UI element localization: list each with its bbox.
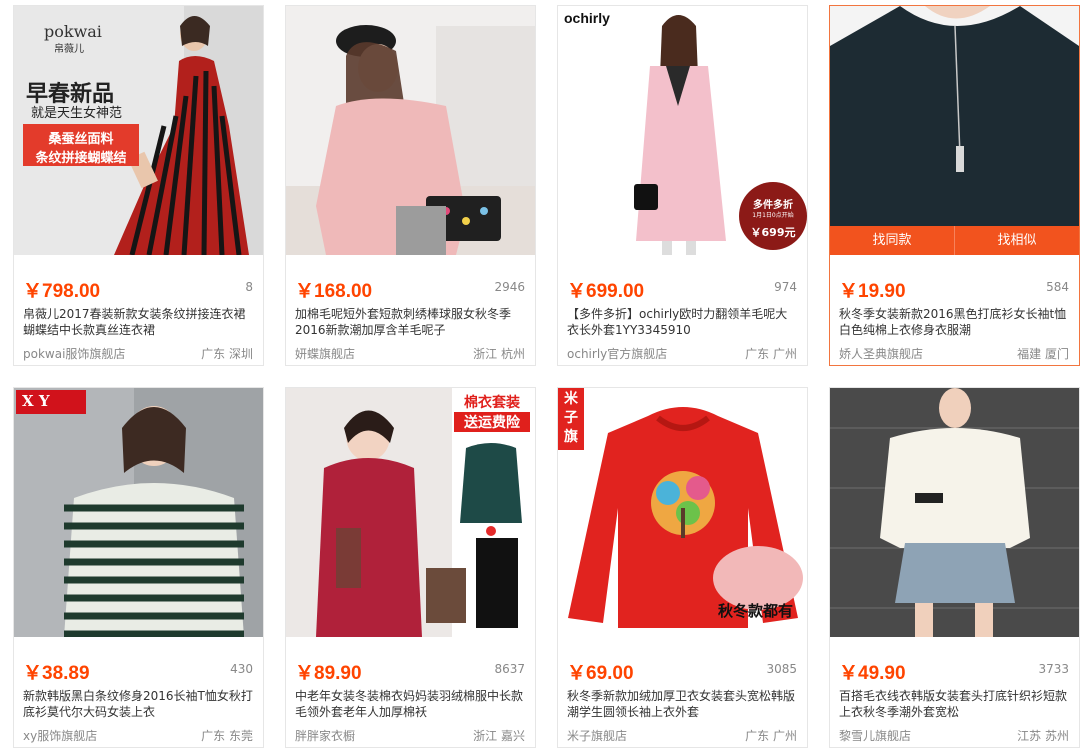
promo-box-line2: 条纹拼接蝴蝶结 — [35, 151, 127, 166]
product-price: ￥19.90 — [839, 281, 906, 302]
promo-caption: 秋冬款都有 — [718, 602, 794, 620]
hover-tabs: 找同款 找相似 — [830, 226, 1079, 255]
product-title[interactable]: 秋冬季女装新款2016黑色打底衫女长袖t恤白色纯棉上衣修身衣服潮 — [839, 306, 1071, 338]
sales-count: 8 — [245, 280, 253, 294]
product-price: ￥798.00 — [23, 281, 101, 302]
shop-name[interactable]: xy服饰旗舰店 — [23, 727, 97, 744]
brand-logo: pokwai — [44, 22, 102, 41]
shop-location: 广东 深圳 — [201, 347, 253, 361]
sales-count: 974 — [774, 280, 797, 294]
promo-line1: 棉衣套装 — [464, 395, 520, 411]
product-price: ￥69.00 — [567, 663, 634, 684]
product-price: ￥699.00 — [567, 281, 645, 302]
shop-name[interactable]: 黎雪儿旗舰店 — [839, 727, 911, 744]
shop-name[interactable]: 妍蝶旗舰店 — [295, 345, 355, 362]
shop-location: 浙江 杭州 — [473, 347, 525, 361]
brand-logo: X Y — [22, 392, 50, 410]
product-price: ￥49.90 — [839, 663, 906, 684]
shop-name[interactable]: 娇人圣典旗舰店 — [839, 345, 923, 362]
shop-location: 广东 广州 — [745, 729, 797, 743]
shop-location: 浙江 嘉兴 — [473, 729, 525, 743]
product-image[interactable]: 找同款 找相似 — [830, 6, 1079, 255]
sales-count: 584 — [1046, 280, 1069, 294]
product-card[interactable]: ochirly 多件多折 1月1日0点开始 ￥699元 ￥699.00 974 … — [557, 5, 808, 366]
sales-count: 8637 — [494, 662, 525, 676]
promo-badge-date: 1月1日0点开始 — [752, 212, 794, 219]
promo-line2: 送运费险 — [454, 412, 530, 432]
product-image[interactable]: 棉衣套装 送运费险 — [286, 388, 535, 637]
promo-box: 桑蚕丝面料 条纹拼接蝴蝶结 — [23, 124, 139, 166]
product-image[interactable]: ochirly 多件多折 1月1日0点开始 ￥699元 — [558, 6, 807, 255]
brand-cn: 帛薇儿 — [54, 44, 84, 55]
product-title[interactable]: 加棉毛呢短外套短款刺绣棒球服女秋冬季2016新款潮加厚含羊毛呢子 — [295, 306, 527, 338]
product-title[interactable]: 帛薇儿2017春装新款女装条纹拼接连衣裙蝴蝶结中长款真丝连衣裙 — [23, 306, 255, 338]
product-title[interactable]: 【多件多折】ochirly欧时力翻领羊毛呢大衣长外套1YY3345910 — [567, 306, 799, 338]
shop-name[interactable]: ochirly官方旗舰店 — [567, 345, 667, 362]
product-title[interactable]: 中老年女装冬装棉衣妈妈装羽绒棉服中长款毛领外套老年人加厚棉袄 — [295, 688, 527, 720]
shop-name[interactable]: pokwai服饰旗舰店 — [23, 345, 125, 362]
promo-subline: 就是天生女神范 — [31, 106, 123, 121]
product-image[interactable]: 米子旗 秋冬款都有 — [558, 388, 807, 637]
product-title[interactable]: 秋冬季新款加绒加厚卫衣女装套头宽松韩版潮学生圆领长袖上衣外套 — [567, 688, 799, 720]
find-same-button[interactable]: 找同款 — [830, 226, 954, 255]
shop-location: 广东 广州 — [745, 347, 797, 361]
sales-count: 3085 — [766, 662, 797, 676]
shop-location: 广东 东莞 — [201, 729, 253, 743]
sales-count: 430 — [230, 662, 253, 676]
product-price: ￥168.00 — [295, 281, 373, 302]
product-card[interactable]: ￥49.90 3733 百搭毛衣线衣韩版女装套头打底针织衫短款上衣秋冬季潮外套宽… — [829, 387, 1080, 748]
product-price: ￥89.90 — [295, 663, 362, 684]
shop-location: 江苏 苏州 — [1017, 729, 1069, 743]
product-image[interactable] — [286, 6, 535, 255]
product-card[interactable]: 找同款 找相似 ￥19.90 584 秋冬季女装新款2016黑色打底衫女长袖t恤… — [829, 5, 1080, 366]
sales-count: 3733 — [1038, 662, 1069, 676]
shop-name[interactable]: 米子旗舰店 — [567, 727, 627, 744]
find-similar-button[interactable]: 找相似 — [954, 226, 1079, 255]
promo-badge-price: ￥699元 — [750, 226, 796, 239]
product-image[interactable]: pokwai 帛薇儿 早春新品 就是天生女神范 桑蚕丝面料 条纹拼接蝴蝶结 — [14, 6, 263, 255]
product-card[interactable]: ￥168.00 2946 加棉毛呢短外套短款刺绣棒球服女秋冬季2016新款潮加厚… — [285, 5, 536, 366]
product-price: ￥38.89 — [23, 663, 90, 684]
brand-logo: ochirly — [564, 10, 610, 26]
product-title[interactable]: 新款韩版黑白条纹修身2016长袖T恤女秋打底衫莫代尔大码女装上衣 — [23, 688, 255, 720]
sales-count: 2946 — [494, 280, 525, 294]
shop-location: 福建 厦门 — [1017, 347, 1069, 361]
product-title[interactable]: 百搭毛衣线衣韩版女装套头打底针织衫短款上衣秋冬季潮外套宽松 — [839, 688, 1071, 720]
brand-logo: 米子旗 — [564, 391, 578, 445]
product-image[interactable]: X Y — [14, 388, 263, 637]
product-card[interactable]: 棉衣套装 送运费险 ￥89.90 8637 中老年女装冬装棉衣妈妈装羽绒棉服中长… — [285, 387, 536, 748]
product-grid: pokwai 帛薇儿 早春新品 就是天生女神范 桑蚕丝面料 条纹拼接蝴蝶结 ￥7… — [0, 0, 1080, 752]
shop-name[interactable]: 胖胖家衣橱 — [295, 727, 355, 744]
product-card[interactable]: pokwai 帛薇儿 早春新品 就是天生女神范 桑蚕丝面料 条纹拼接蝴蝶结 ￥7… — [13, 5, 264, 366]
product-card[interactable]: 米子旗 秋冬款都有 ￥69.00 3085 秋冬季新款加绒加厚卫衣女装套头宽松韩… — [557, 387, 808, 748]
product-image[interactable] — [830, 388, 1079, 637]
promo-box-line1: 桑蚕丝面料 — [48, 132, 114, 147]
product-card[interactable]: X Y ￥38.89 430 新款韩版黑白条纹修身2016长袖T恤女秋打底衫莫代… — [13, 387, 264, 748]
promo-badge-title: 多件多折 — [753, 200, 793, 211]
